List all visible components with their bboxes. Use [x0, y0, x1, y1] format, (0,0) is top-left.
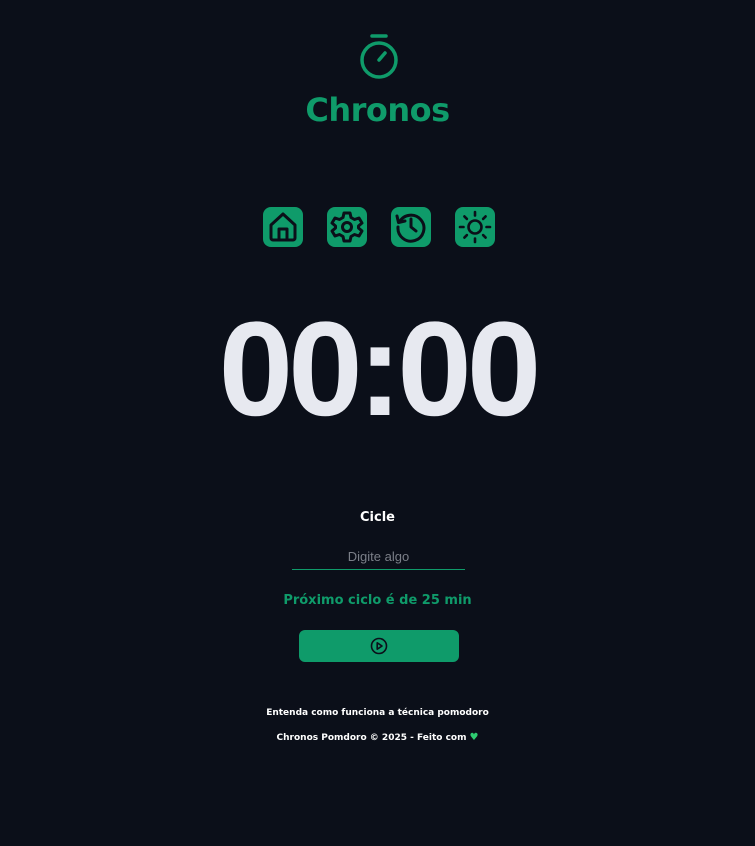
footer-copyright: Chronos Pomdoro © 2025 - Feito com ♥ [0, 732, 755, 743]
main-menu [263, 207, 495, 247]
history-button[interactable] [391, 207, 431, 247]
play-circle-icon [370, 637, 388, 655]
next-cycle-info: Próximo ciclo é de 25 min [283, 593, 472, 608]
copyright-text: Chronos Pomdoro © 2025 - Feito com [276, 733, 467, 743]
page: Chronos 00:00 Cicle Digite algo Próximo … [0, 0, 755, 846]
timer-icon [360, 34, 398, 79]
countdown-display: 00:00 [218, 295, 542, 444]
app-title: Chronos [305, 91, 450, 129]
heart-icon: ♥ [469, 732, 479, 743]
theme-button[interactable] [455, 207, 495, 247]
cycle-label: Cicle [360, 510, 395, 525]
sun-icon [458, 210, 492, 244]
settings-button[interactable] [327, 207, 367, 247]
start-button[interactable] [299, 630, 459, 662]
pomodoro-info-link[interactable]: Entenda como funciona a técnica pomodoro [0, 708, 755, 718]
home-icon [269, 212, 297, 242]
gear-icon [330, 211, 364, 243]
history-icon [395, 213, 426, 243]
home-button[interactable] [263, 207, 303, 247]
task-input[interactable] [292, 543, 465, 570]
